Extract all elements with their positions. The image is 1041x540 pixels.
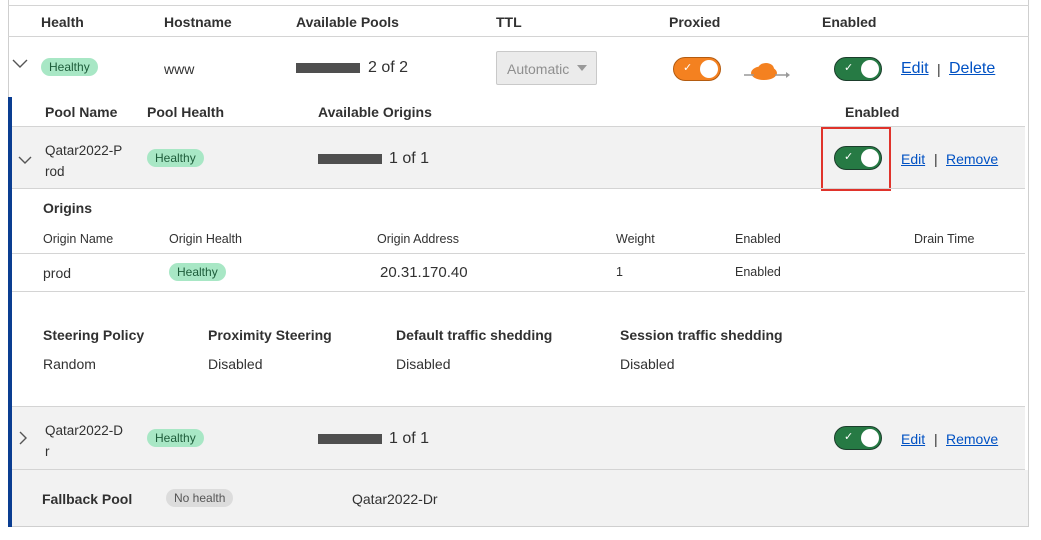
origin-0-name: prod <box>43 265 72 281</box>
session-shedding-label: Session traffic shedding <box>620 327 783 343</box>
steering-policy-label: Steering Policy <box>43 327 145 343</box>
pool-0-health-badge: Healthy <box>147 149 204 167</box>
steering-policy-value: Random <box>43 356 96 372</box>
pool-header-enabled: Enabled <box>845 104 900 120</box>
default-shedding-value: Disabled <box>396 356 451 372</box>
record-delete-link[interactable]: Delete <box>949 60 995 78</box>
check-icon: ✓ <box>844 151 854 163</box>
header-divider <box>8 36 1029 37</box>
chevron-down-icon <box>18 156 32 164</box>
origins-header-health: Origin Health <box>169 232 242 246</box>
fallback-health-badge: No health <box>166 489 234 507</box>
default-shedding-label: Default traffic shedding <box>396 327 553 343</box>
caret-down-icon <box>577 65 587 71</box>
pool-0-link-separator: | <box>934 151 938 167</box>
pool-0-enabled-toggle[interactable]: ✓ <box>834 146 882 170</box>
pool-1-name-line2: r <box>45 444 50 459</box>
record-pools-count: 2 of 2 <box>368 59 409 76</box>
toggle-knob <box>861 149 879 167</box>
pool-1-health-badge: Healthy <box>147 429 204 447</box>
fallback-pool-label: Fallback Pool <box>42 491 133 507</box>
pool-0-expand-toggle[interactable] <box>18 152 32 168</box>
check-icon: ✓ <box>683 62 693 74</box>
header-ttl: TTL <box>496 14 522 30</box>
header-health: Health <box>41 14 84 30</box>
record-link-separator: | <box>937 61 941 77</box>
origin-0-enabled: Enabled <box>735 265 781 279</box>
header-hostname: Hostname <box>164 14 232 30</box>
pool-0-name-line1: Qatar2022-P <box>45 143 123 158</box>
fallback-pool-name: Qatar2022-Dr <box>352 491 438 507</box>
pool-0-name: Qatar2022-P rod <box>45 140 122 182</box>
origin-0-weight: 1 <box>616 265 623 279</box>
pool-0-divider <box>12 188 1025 189</box>
pool-0-remove-link[interactable]: Remove <box>946 151 998 167</box>
ttl-select-value: Automatic <box>507 61 570 77</box>
origins-header-enabled: Enabled <box>735 232 781 246</box>
record-expand-toggle[interactable] <box>12 56 28 72</box>
origins-title: Origins <box>43 200 93 216</box>
origins-bottom-divider <box>12 291 1025 292</box>
pool-1-remove-link[interactable]: Remove <box>946 431 998 447</box>
proximity-steering-value: Disabled <box>208 356 263 372</box>
ttl-select[interactable]: Automatic <box>496 51 597 85</box>
record-enabled-toggle[interactable]: ✓ <box>834 57 882 81</box>
pool-1-name-line1: Qatar2022-D <box>45 423 124 438</box>
toggle-knob <box>861 429 879 447</box>
origin-0-health-badge: Healthy <box>169 263 226 281</box>
origin-0-address: 20.31.170.40 <box>380 264 468 281</box>
header-enabled: Enabled <box>822 14 877 30</box>
pool-1-link-separator: | <box>934 431 938 447</box>
top-divider <box>8 5 1029 6</box>
check-icon: ✓ <box>844 431 854 443</box>
chevron-down-icon <box>12 59 28 68</box>
origins-header-name: Origin Name <box>43 232 114 246</box>
pool-1-origins-bar <box>318 434 382 444</box>
record-edit-link[interactable]: Edit <box>901 60 929 78</box>
frame-right-border <box>1028 0 1029 527</box>
pool-0-edit-link[interactable]: Edit <box>901 151 925 167</box>
record-health-badge: Healthy <box>41 58 98 76</box>
chevron-right-icon <box>19 431 27 445</box>
pool-1-origins-count: 1 of 1 <box>389 430 430 447</box>
header-available-pools: Available Pools <box>296 14 399 30</box>
pool-header-available-origins: Available Origins <box>318 104 432 120</box>
pool-0-origins-bar <box>318 154 382 164</box>
record-hostname: www <box>164 61 195 77</box>
pool-header-health: Pool Health <box>147 104 225 120</box>
origins-header-divider <box>12 253 1025 254</box>
pool-1-name: Qatar2022-D r <box>45 420 123 462</box>
origins-header-drain-time: Drain Time <box>914 232 975 246</box>
fallback-pool-row <box>12 470 1028 526</box>
pool-0-origins-count: 1 of 1 <box>389 150 430 167</box>
cloud-icon <box>744 61 790 88</box>
pool-1-expand-toggle[interactable] <box>19 431 28 448</box>
check-icon: ✓ <box>844 62 854 74</box>
proximity-steering-label: Proximity Steering <box>208 327 332 343</box>
origins-header-address: Origin Address <box>377 232 459 246</box>
pool-header-name: Pool Name <box>45 104 118 120</box>
pool-1-enabled-toggle[interactable]: ✓ <box>834 426 882 450</box>
frame-bottom-border <box>8 526 1029 527</box>
origins-header-weight: Weight <box>616 232 655 246</box>
header-proxied: Proxied <box>669 14 721 30</box>
pool-0-name-line2: rod <box>45 164 65 179</box>
record-pools-bar <box>296 63 360 73</box>
session-shedding-value: Disabled <box>620 356 675 372</box>
proxied-toggle[interactable]: ✓ <box>673 57 721 81</box>
pool-1-edit-link[interactable]: Edit <box>901 431 925 447</box>
toggle-knob <box>861 60 879 78</box>
toggle-knob <box>700 60 718 78</box>
